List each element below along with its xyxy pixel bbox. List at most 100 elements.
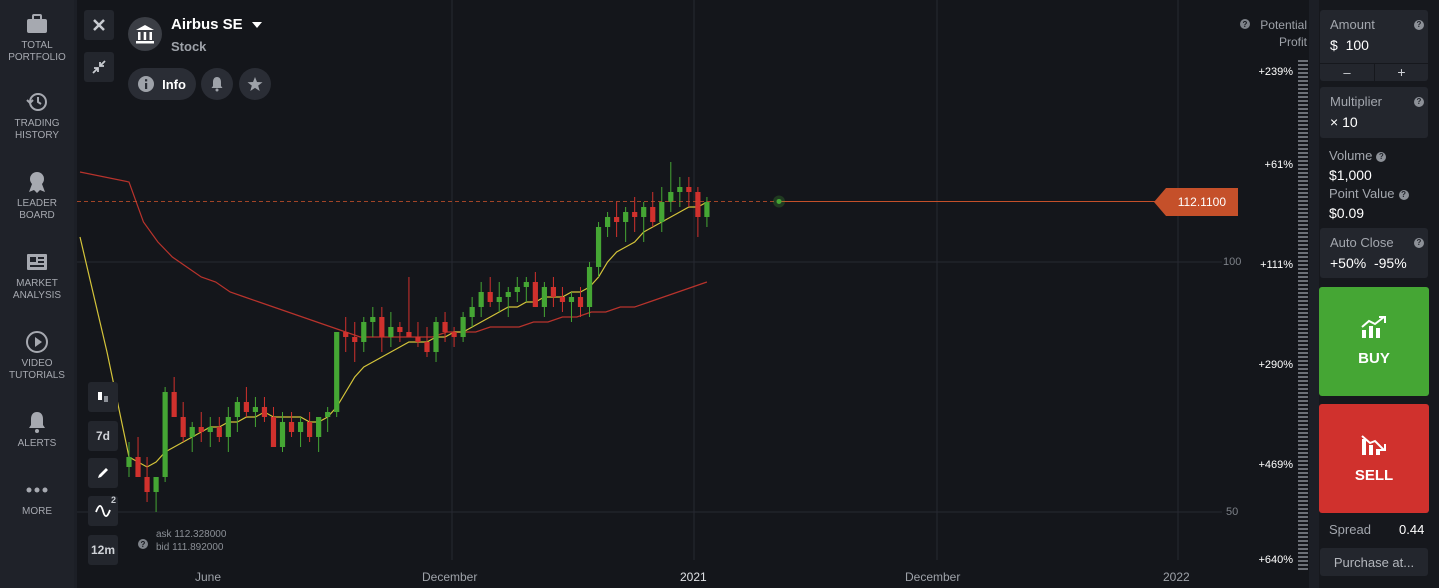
candle-body	[478, 292, 484, 307]
candle	[234, 397, 240, 432]
chart-area[interactable]: Airbus SE Stock Info 7d 2 12m ? ask 112.…	[77, 0, 1309, 588]
candle-body	[270, 417, 277, 447]
candle-body	[514, 287, 520, 292]
candle-body	[153, 477, 159, 492]
candle-body	[704, 202, 710, 217]
profit-scale-ruler	[1298, 60, 1308, 570]
info-button[interactable]: Info	[128, 68, 196, 100]
decrease-amount-button[interactable]: –	[1320, 64, 1374, 81]
candle-body	[523, 282, 529, 287]
candle-size-button[interactable]: 12m	[88, 535, 118, 565]
sidebar-label: MARKET ANALYSIS	[12, 278, 62, 301]
play-icon	[26, 331, 48, 353]
sidebar-item-market-analysis[interactable]: MARKET ANALYSIS	[0, 250, 74, 302]
asset-selector[interactable]: Airbus SE	[171, 16, 263, 33]
svg-text:?: ?	[141, 540, 146, 549]
sidebar-item-leaderboard[interactable]: LEADER BOARD	[0, 170, 74, 222]
candle	[316, 417, 322, 452]
drawing-tools-button[interactable]	[88, 458, 118, 488]
amount-input[interactable]: $ 100	[1330, 37, 1369, 53]
candle-body	[126, 457, 132, 467]
buy-label: BUY	[1358, 350, 1390, 367]
candle	[668, 162, 674, 212]
pencil-icon	[98, 468, 108, 478]
buy-button[interactable]: BUY	[1319, 287, 1429, 396]
candle-body	[243, 402, 249, 412]
candle-body	[650, 207, 656, 222]
candle	[532, 272, 538, 307]
candle-body	[207, 427, 213, 432]
candle	[307, 412, 313, 442]
candle	[686, 177, 692, 207]
candle	[496, 282, 502, 312]
amount-box[interactable]: Amount ? $ 100 – +	[1320, 10, 1428, 81]
collapse-button[interactable]	[84, 52, 114, 82]
trade-panel: Amount ? $ 100 – + Multiplier ? × 10 Vol…	[1319, 0, 1439, 588]
bid-price: bid 111.892000	[156, 542, 224, 553]
amount-label: Amount	[1330, 17, 1375, 32]
briefcase-icon	[27, 14, 47, 33]
help-icon[interactable]: ?	[1414, 20, 1424, 30]
candle	[370, 307, 376, 337]
candle-body	[325, 412, 331, 417]
sidebar-item-alerts[interactable]: ALERTS	[0, 410, 74, 450]
info-label: Info	[162, 76, 186, 92]
candle-body	[433, 322, 439, 352]
candle	[135, 437, 141, 477]
alert-button[interactable]	[201, 68, 233, 100]
profit-label: +239%	[1258, 66, 1293, 78]
candle-body	[261, 407, 268, 417]
multiplier-box[interactable]: Multiplier ? × 10	[1320, 87, 1428, 138]
candle	[415, 322, 421, 347]
time-label-december: December	[422, 570, 478, 584]
sidebar: TOTAL PORTFOLIO TRADING HISTORY LEADER B…	[0, 0, 74, 588]
candles-icon	[98, 392, 108, 402]
sidebar-item-more[interactable]: MORE	[0, 478, 74, 518]
candle-body	[595, 227, 602, 267]
last-price-dot	[776, 198, 782, 204]
chart-type-button[interactable]	[88, 382, 118, 412]
timeframe-button[interactable]: 7d	[88, 421, 118, 451]
candle	[361, 317, 367, 352]
candle	[144, 457, 150, 502]
close-chart-button[interactable]	[84, 10, 114, 40]
sidebar-item-trading-history[interactable]: TRADING HISTORY	[0, 90, 74, 142]
candle	[514, 277, 520, 302]
bank-icon	[136, 25, 154, 44]
sidebar-item-total-portfolio[interactable]: TOTAL PORTFOLIO	[0, 12, 74, 64]
help-icon[interactable]: ?	[1414, 238, 1424, 248]
help-icon[interactable]: ?	[138, 539, 148, 549]
candle-body	[505, 292, 511, 297]
candle	[162, 387, 168, 482]
candle	[650, 192, 656, 227]
potential-profit-title: Potential Profit	[1260, 18, 1307, 49]
ask-price: ask 112.328000	[156, 529, 227, 540]
candle	[225, 407, 231, 452]
indicators-button[interactable]: 2	[88, 495, 118, 526]
candle-body	[406, 332, 412, 337]
candle	[433, 317, 439, 362]
asset-name: Airbus SE	[171, 16, 243, 33]
favorite-button[interactable]	[239, 68, 271, 100]
sidebar-item-video-tutorials[interactable]: VIDEO TUTORIALS	[0, 330, 74, 382]
increase-amount-button[interactable]: +	[1375, 64, 1428, 81]
sidebar-label: ALERTS	[17, 438, 57, 449]
candle-body	[189, 427, 195, 437]
sell-button[interactable]: SELL	[1319, 404, 1429, 513]
multiplier-value: × 10	[1330, 114, 1358, 130]
auto-close-box[interactable]: Auto Close ? +50% -95%	[1320, 228, 1428, 278]
candle	[352, 322, 358, 362]
candle-body	[641, 207, 647, 217]
candle-body	[162, 392, 168, 477]
help-icon[interactable]: ?	[1376, 152, 1387, 162]
candle-body	[225, 417, 231, 437]
candle-body	[379, 317, 385, 337]
candle	[623, 207, 629, 242]
candle-size-label: 12m	[90, 543, 116, 557]
candle-body	[252, 407, 259, 412]
help-icon[interactable]: ?	[1398, 190, 1409, 200]
purchase-at-button[interactable]: Purchase at...	[1320, 548, 1428, 576]
candle-body	[632, 212, 638, 217]
candle	[550, 277, 557, 307]
help-icon[interactable]: ?	[1414, 97, 1424, 107]
